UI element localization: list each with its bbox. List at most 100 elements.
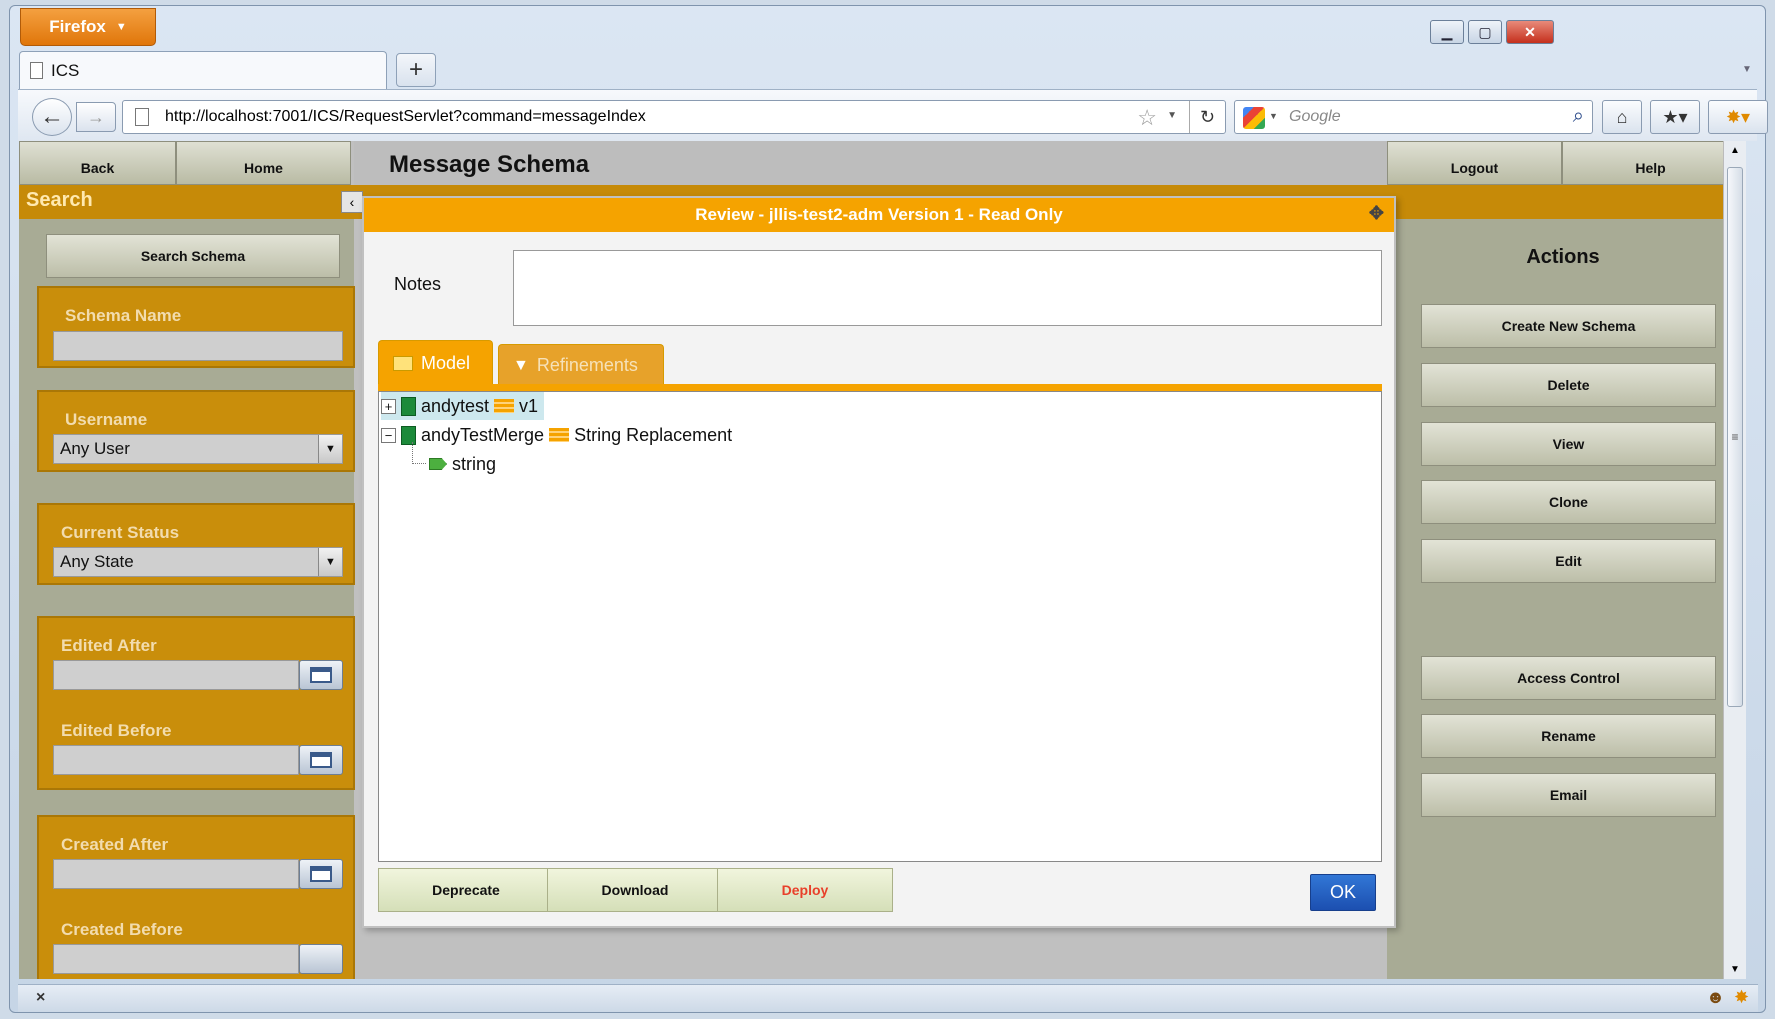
scroll-thumb[interactable]: ≡ [1727, 167, 1743, 707]
edited-before-input[interactable] [53, 745, 299, 775]
access-control-button[interactable]: Access Control [1421, 656, 1716, 700]
edit-button[interactable]: Edit [1421, 539, 1716, 583]
status-label: Current Status [61, 523, 180, 542]
rename-button[interactable]: Rename [1421, 714, 1716, 758]
status-select[interactable]: Any State ▼ [53, 547, 343, 577]
page-title: Message Schema [389, 151, 590, 178]
new-tab-button[interactable]: + [396, 53, 436, 87]
created-before-input[interactable] [53, 944, 299, 974]
filter-icon: ▼ [513, 356, 529, 374]
delete-button[interactable]: Delete [1421, 363, 1716, 407]
status-bar: × ☻ ✸ [18, 984, 1758, 1012]
search-panel-title: Search [26, 189, 93, 211]
engine-dropdown-icon[interactable]: ▼ [1269, 111, 1278, 121]
email-button[interactable]: Email [1421, 773, 1716, 817]
reload-icon[interactable]: ↻ [1189, 101, 1225, 133]
chevron-down-icon[interactable]: ▼ [318, 435, 342, 463]
database-icon [401, 396, 416, 416]
google-icon [1243, 107, 1265, 129]
chevron-down-icon[interactable]: ▼ [318, 548, 342, 576]
scroll-down-icon[interactable]: ▼ [1730, 964, 1740, 975]
back-arrow-icon[interactable]: ← [32, 98, 72, 136]
deprecate-button[interactable]: Deprecate [378, 868, 554, 912]
calendar-icon[interactable] [299, 944, 343, 974]
close-addon-bar-icon[interactable]: × [36, 989, 45, 1007]
schema-name-label: Schema Name [65, 306, 182, 325]
actions-title: Actions [1526, 246, 1600, 268]
tree-node-andytest[interactable]: + andytest v1 [381, 392, 545, 420]
tree-node-string[interactable]: string [429, 450, 496, 478]
view-button[interactable]: View [1421, 422, 1716, 466]
tree-node-andytestmerge[interactable]: − andyTestMerge String Replacement [381, 421, 732, 449]
model-tree: + andytest v1 − andyTestMerge String Rep… [378, 391, 1382, 862]
notes-textarea[interactable] [513, 250, 1382, 326]
username-select[interactable]: Any User ▼ [53, 434, 343, 464]
folder-icon [393, 356, 413, 371]
tab-list-arrow-icon[interactable]: ▼ [1742, 64, 1752, 75]
field-tag-icon [429, 458, 447, 470]
review-dialog: Review - jllis-test2-adm Version 1 - Rea… [362, 196, 1396, 928]
created-before-label: Created Before [61, 920, 183, 939]
forward-arrow-icon[interactable]: → [76, 102, 116, 132]
browser-tab[interactable]: ICS [19, 51, 387, 89]
bookmark-star-icon[interactable]: ☆ [1137, 105, 1157, 131]
expand-icon[interactable]: + [381, 398, 396, 414]
clone-button[interactable]: Clone [1421, 480, 1716, 524]
maximize-button[interactable]: ▢ [1468, 20, 1502, 44]
edited-date-group: Edited After Edited Before [37, 616, 355, 790]
page-icon [30, 62, 43, 79]
collapse-icon[interactable]: − [381, 427, 396, 443]
download-button[interactable]: Download [547, 868, 723, 912]
edited-before-label: Edited Before [61, 721, 172, 740]
collapse-panel-icon[interactable]: ‹ [341, 191, 363, 213]
tree-connector [412, 442, 426, 464]
home-button[interactable]: Home [176, 141, 351, 185]
dropdown-arrow-icon: ▼ [115, 21, 127, 33]
edited-after-label: Edited After [61, 636, 157, 655]
bookmarks-menu-icon[interactable]: ★▾ [1650, 100, 1700, 134]
url-bar[interactable]: http://localhost:7001/ICS/RequestServlet… [122, 100, 1226, 134]
tab-refinements[interactable]: ▼ Refinements [498, 344, 664, 386]
calendar-icon[interactable] [299, 859, 343, 889]
firefox-menu-button[interactable]: Firefox ▼ [20, 8, 156, 46]
created-date-group: Created After Created Before [37, 815, 355, 979]
help-button[interactable]: Help [1562, 141, 1739, 185]
page-icon [135, 108, 149, 126]
addon-icon[interactable]: ✸▾ [1708, 100, 1768, 134]
create-new-schema-button[interactable]: Create New Schema [1421, 304, 1716, 348]
logout-button[interactable]: Logout [1387, 141, 1562, 185]
ok-button[interactable]: OK [1310, 874, 1376, 911]
monkey-icon[interactable]: ☻ [1706, 987, 1725, 1008]
back-button[interactable]: Back [19, 141, 176, 185]
created-after-input[interactable] [53, 859, 299, 889]
dialog-header[interactable]: Review - jllis-test2-adm Version 1 - Rea… [364, 198, 1394, 232]
status-group: Current Status Any State ▼ [37, 503, 355, 585]
close-window-button[interactable]: ✕ [1506, 20, 1554, 44]
search-schema-button[interactable]: Search Schema [46, 234, 340, 278]
search-magnifier-icon[interactable]: ⌕ [1573, 105, 1584, 128]
page-scrollbar[interactable]: ▲ ≡ ▼ [1723, 141, 1746, 979]
notes-label: Notes [394, 274, 442, 294]
schema-name-input[interactable] [53, 331, 343, 361]
addon-status-icon[interactable]: ✸ [1734, 987, 1749, 1008]
schema-name-group: Schema Name [37, 286, 355, 368]
calendar-icon[interactable] [299, 745, 343, 775]
tab-model[interactable]: Model [378, 340, 493, 386]
edited-after-input[interactable] [53, 660, 299, 690]
web-search-input[interactable]: ▼ Google ⌕ [1234, 100, 1593, 134]
deploy-button[interactable]: Deploy [717, 868, 893, 912]
search-panel: Search Schema Schema Name Username Any U… [19, 219, 355, 979]
minimize-button[interactable]: ▁ [1430, 20, 1464, 44]
username-group: Username Any User ▼ [37, 390, 355, 472]
username-label: Username [65, 410, 148, 429]
actions-panel: Actions Create New Schema Delete View Cl… [1387, 219, 1739, 979]
move-icon[interactable]: ✥ [1369, 203, 1384, 224]
version-tag-icon [549, 428, 570, 442]
tab-underline [378, 384, 1382, 391]
scroll-up-icon[interactable]: ▲ [1730, 145, 1740, 156]
version-tag-icon [494, 399, 515, 413]
history-dropdown-icon[interactable]: ▼ [1167, 110, 1177, 121]
home-icon[interactable]: ⌂ [1602, 100, 1642, 134]
navigation-toolbar: ← → http://localhost:7001/ICS/RequestSer… [18, 89, 1768, 141]
calendar-icon[interactable] [299, 660, 343, 690]
